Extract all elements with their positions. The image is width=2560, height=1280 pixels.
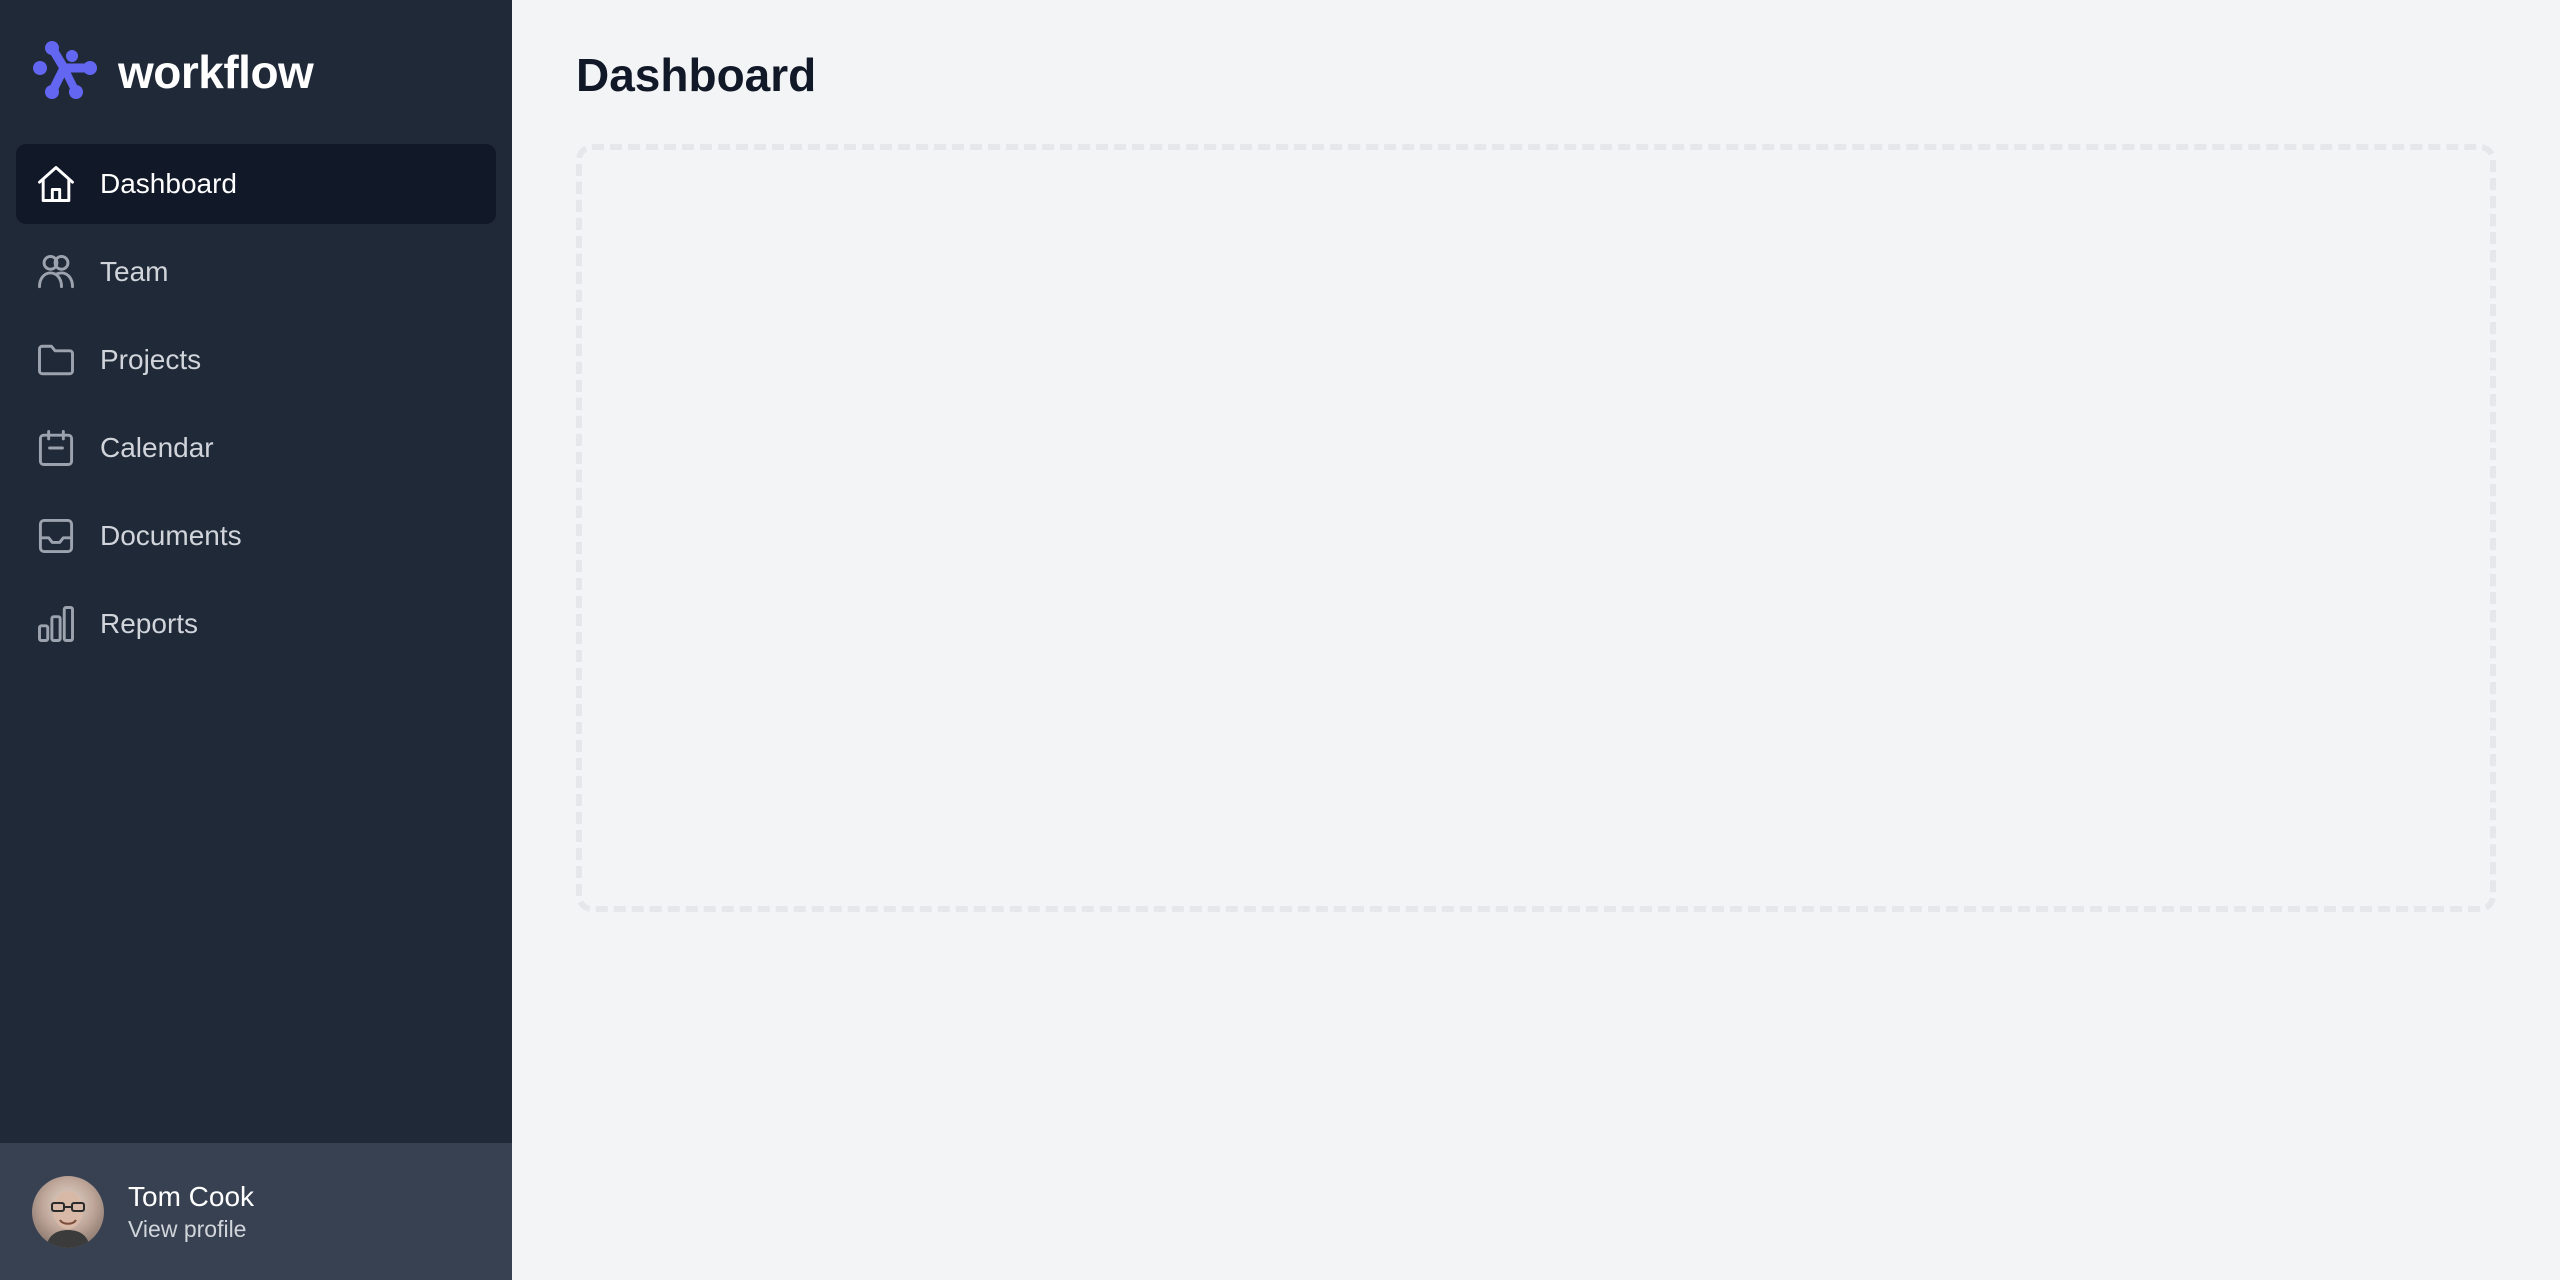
sidebar-item-label: Reports [100,608,199,639]
profile-text: Tom Cook View profile [128,1180,254,1244]
calendar-icon [34,426,78,470]
user-profile[interactable]: Tom Cook View profile [0,1143,512,1280]
brand-name: workflow [118,46,314,98]
sidebar-item-calendar[interactable]: Calendar [16,408,496,488]
view-profile-link[interactable]: View profile [128,1214,254,1244]
sidebar-item-label: Documents [100,520,242,551]
sidebar-nav: Dashboard Team Projects Calendar Documen… [0,144,512,672]
sidebar-item-label: Calendar [100,432,214,463]
inbox-icon [34,514,78,558]
avatar[interactable] [32,1175,104,1248]
folder-icon [34,338,78,382]
chart-bar-icon [34,602,78,646]
sidebar-item-reports[interactable]: Reports [16,584,496,664]
main-content: Dashboard [512,0,2560,1280]
sidebar: workflow Dashboard Team Projects Calenda… [0,0,512,1280]
sidebar-item-dashboard[interactable]: Dashboard [16,144,496,224]
home-icon [34,162,78,206]
brand[interactable]: workflow [0,0,512,144]
app-shell: workflow Dashboard Team Projects Calenda… [0,0,2560,1280]
sidebar-item-label: Projects [100,344,202,375]
sidebar-item-label: Dashboard [100,168,237,199]
sidebar-item-documents[interactable]: Documents [16,496,496,576]
sidebar-item-team[interactable]: Team [16,232,496,312]
sidebar-item-label: Team [100,256,169,287]
workflow-logo-icon [33,41,97,99]
profile-name: Tom Cook [128,1180,255,1212]
content-placeholder [576,144,2496,912]
users-icon [34,250,78,294]
page-title: Dashboard [576,49,817,101]
sidebar-item-projects[interactable]: Projects [16,320,496,400]
